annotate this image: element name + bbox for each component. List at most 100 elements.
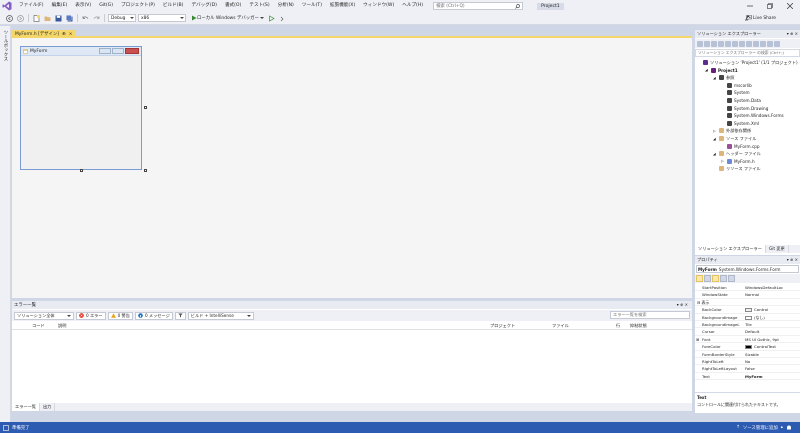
new-project-button[interactable] [32, 14, 41, 23]
property-value[interactable]: (なし) [745, 315, 765, 321]
menu-item[interactable]: 編集(E) [48, 0, 72, 12]
forward-icon[interactable] [711, 40, 717, 47]
tree-expander-icon[interactable]: ◢ [705, 68, 709, 72]
property-category[interactable]: ⊟ 表示 [695, 298, 800, 307]
property-row[interactable]: ⊞ Font MS UI Gothic, 9pt [695, 336, 800, 344]
menu-item[interactable]: ツール(T) [298, 0, 326, 12]
expand-icon[interactable]: ⊞ [696, 337, 699, 342]
property-row[interactable]: ForeColor ControlText [695, 343, 800, 351]
sync-icon[interactable] [718, 40, 724, 47]
tree-item[interactable]: mscorlib [721, 82, 752, 89]
build-filter-dropdown[interactable]: ビルド + IntelliSense [187, 311, 254, 320]
save-button[interactable] [54, 14, 63, 23]
property-row[interactable]: StartPosition WindowsDefaultLoc [695, 284, 800, 292]
open-button[interactable] [43, 14, 52, 23]
myform-window[interactable]: MyForm [20, 46, 142, 170]
property-value[interactable]: Control [745, 307, 768, 313]
menu-item[interactable]: テスト(S) [245, 0, 273, 12]
tree-item[interactable]: System.Xml [721, 120, 759, 127]
tree-item[interactable]: ▷ MyForm.h [721, 158, 755, 165]
bottom-tab[interactable]: エラー一覧 [12, 403, 40, 411]
property-row[interactable]: BackColor Control [695, 306, 800, 314]
save-all-button[interactable] [65, 14, 74, 23]
notifications-icon[interactable] [786, 425, 792, 431]
refresh-icon[interactable] [732, 40, 738, 47]
code-icon[interactable] [774, 40, 780, 47]
errors-filter-button[interactable]: 0 エラー [76, 311, 106, 320]
tree-expander-icon[interactable]: ▷ [721, 159, 725, 163]
close-button[interactable] [780, 0, 800, 12]
menu-item[interactable]: ウィンドウ(W) [359, 0, 398, 12]
show-all-icon[interactable] [746, 40, 752, 47]
menu-item[interactable]: ヘルプ(H) [398, 0, 427, 12]
panel-options-icon[interactable]: ▾ ⊕ × [787, 31, 798, 36]
tree-expander-icon[interactable]: ▷ [713, 129, 717, 133]
warnings-filter-button[interactable]: 0 警告 [107, 311, 133, 320]
column-header[interactable]: 行 [616, 323, 620, 329]
collapse-icon[interactable] [739, 40, 745, 47]
property-row[interactable]: Text MyForm [695, 373, 800, 381]
menu-item[interactable]: プロジェクト(P) [117, 0, 159, 12]
preview-icon[interactable] [760, 40, 766, 47]
run-without-debug-button[interactable] [267, 14, 276, 23]
property-row[interactable]: BackgroundImageL Tile [695, 321, 800, 329]
tree-item[interactable]: ◢ 参照 [713, 74, 734, 81]
resize-handle-right[interactable] [144, 106, 147, 109]
settings-icon[interactable] [767, 40, 773, 47]
column-header[interactable]: ファイル [552, 323, 569, 329]
resize-handle-corner[interactable] [144, 169, 147, 172]
solution-tab[interactable]: Git 変更 [766, 245, 789, 253]
property-row[interactable]: BackgroundImage (なし) [695, 314, 800, 321]
properties-object-selector[interactable]: MyForm System.Windows.Forms.Form [696, 265, 799, 273]
property-row[interactable]: WindowState Normal [695, 291, 800, 299]
events-lightning-icon[interactable] [720, 275, 727, 282]
tree-expander-icon[interactable]: ◢ [713, 137, 717, 141]
redo-button[interactable] [92, 14, 101, 23]
panel-options-icon[interactable]: ▾ ⊕ × [787, 257, 798, 262]
filter-toggle-button[interactable] [174, 311, 186, 320]
tree-expander-icon[interactable]: ◢ [713, 76, 717, 80]
categorized-icon[interactable] [696, 275, 703, 282]
form-designer-surface[interactable]: MyForm [12, 38, 692, 298]
tree-item[interactable]: リソース ファイル [713, 165, 761, 172]
property-value[interactable]: False [745, 381, 755, 382]
menu-item[interactable]: 分析(N) [274, 0, 298, 12]
solution-tab[interactable]: ソリューション エクスプローラー [695, 245, 766, 253]
alphabetical-icon[interactable] [704, 275, 711, 282]
close-tab-icon[interactable]: × [69, 32, 73, 37]
property-pages-icon[interactable] [728, 275, 735, 282]
back-button[interactable] [5, 14, 14, 23]
scope-dropdown[interactable]: ソリューション全体 [14, 311, 74, 320]
tree-item[interactable]: System [721, 89, 750, 96]
menu-item[interactable]: 表示(V) [71, 0, 95, 12]
property-row[interactable]: RightToLeft No [695, 358, 800, 366]
platform-dropdown[interactable]: x86 [138, 14, 186, 22]
messages-filter-button[interactable]: 0 メッセージ [134, 311, 173, 320]
error-search-input[interactable]: エラー一覧を検索 [610, 311, 690, 319]
start-debugging-button[interactable]: ローカル Windows デバッガー [191, 15, 266, 21]
property-value[interactable]: WindowsDefaultLoc [745, 285, 783, 290]
menu-item[interactable]: 書式(O) [221, 0, 245, 12]
tree-item[interactable]: ソリューション 'Project1' (1/1 プロジェクト) [697, 59, 798, 66]
property-row[interactable]: Cursor Default [695, 328, 800, 336]
property-value[interactable]: ControlText [745, 344, 776, 350]
home-icon[interactable] [697, 40, 703, 47]
history-icon[interactable] [725, 40, 731, 47]
tree-item[interactable]: System.Windows.Forms [721, 112, 784, 119]
resize-handle-bottom[interactable] [80, 169, 83, 172]
menu-item[interactable]: Git(G) [95, 0, 117, 12]
menu-item[interactable]: 拡張機能(X) [326, 0, 359, 12]
tree-item[interactable]: ◢ ヘッダー ファイル [713, 150, 761, 157]
column-header[interactable]: プロジェクト [490, 323, 515, 329]
maximize-button[interactable] [760, 0, 780, 12]
minimize-button[interactable] [740, 0, 760, 12]
tree-item[interactable]: MyForm.cpp [721, 143, 760, 150]
tree-item[interactable]: ◢ Project1 [705, 67, 738, 74]
panel-options-icon[interactable]: ▾ ⊕ × [677, 302, 688, 307]
property-value[interactable]: No [745, 359, 750, 364]
property-value[interactable]: Tile [745, 322, 752, 327]
tree-item[interactable]: System.Data [721, 97, 761, 104]
column-header[interactable]: コード [32, 323, 45, 329]
menu-item[interactable]: ビルド(B) [159, 0, 188, 12]
property-value[interactable]: Default [745, 329, 759, 334]
